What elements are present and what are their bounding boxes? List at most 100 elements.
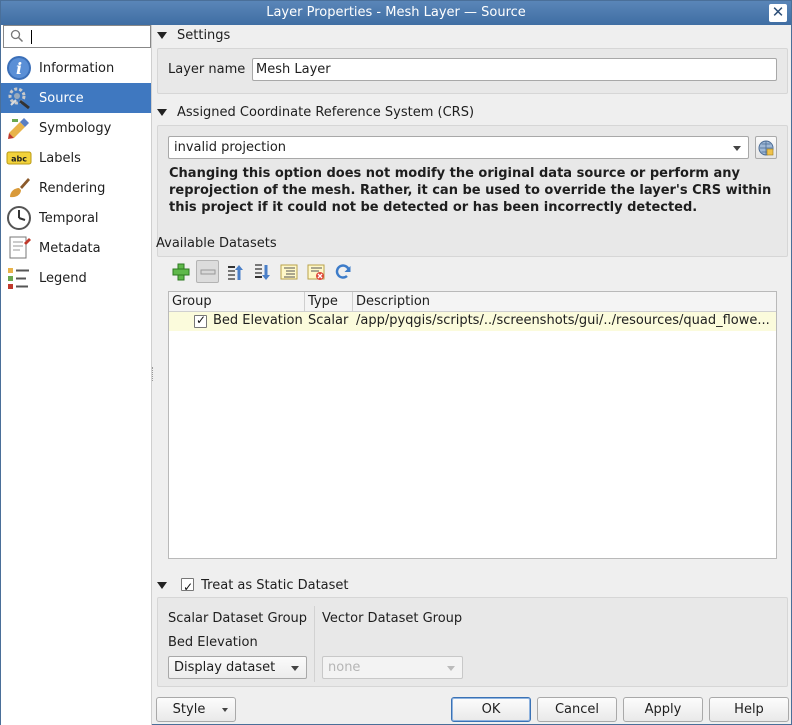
move-up-button[interactable] <box>223 260 246 283</box>
dataset-group-name: Bed Elevation <box>213 313 303 328</box>
dataset-description: /app/pyqgis/scripts/../screenshots/gui/.… <box>356 313 770 328</box>
window-title: Layer Properties - Mesh Layer — Source <box>266 5 526 20</box>
static-dataset-section-header[interactable]: Treat as Static Dataset <box>157 575 349 598</box>
collapse-arrow-icon <box>157 32 167 39</box>
sidebar-item-label: Temporal <box>39 210 99 226</box>
symbology-icon <box>6 115 32 141</box>
move-up-icon <box>227 264 243 280</box>
sidebar-item-rendering[interactable]: Rendering <box>1 173 151 203</box>
static-dataset-heading: Treat as Static Dataset <box>201 578 349 593</box>
chevron-down-icon <box>733 146 741 151</box>
column-divider <box>304 292 305 312</box>
table-row[interactable]: Bed Elevation Scalar /app/pyqgis/scripts… <box>169 312 776 331</box>
layer-name-field[interactable]: Mesh Layer <box>252 58 777 81</box>
metadata-icon <box>6 235 32 261</box>
warning-line: this project if it could not be detected… <box>169 200 698 215</box>
dataset-type: Scalar <box>308 313 349 328</box>
cancel-button[interactable]: Cancel <box>537 697 617 722</box>
move-down-button[interactable] <box>250 260 273 283</box>
rendering-icon <box>6 175 32 201</box>
collapse-all-button[interactable] <box>304 260 327 283</box>
collapse-arrow-icon <box>157 109 167 116</box>
sidebar-item-information[interactable]: i Information <box>1 53 151 83</box>
sidebar-item-label: Symbology <box>39 120 112 136</box>
tree-header: Group Type Description <box>169 292 776 312</box>
vector-dataset-selector[interactable]: none <box>322 656 463 679</box>
sidebar-item-label: Information <box>39 60 115 76</box>
apply-button[interactable]: Apply <box>623 697 703 722</box>
available-datasets-heading: Available Datasets <box>156 236 277 251</box>
warning-line: reprojection of the mesh. Rather, it can… <box>169 183 772 198</box>
crs-warning-text: Changing this option does not modify the… <box>169 165 771 216</box>
crs-selected-value: invalid projection <box>174 140 287 155</box>
svg-text:i: i <box>16 59 22 78</box>
sidebar-item-label: Rendering <box>39 180 106 196</box>
collapse-all-icon <box>307 264 324 280</box>
layer-properties-dialog: Layer Properties - Mesh Layer — Source ✕… <box>0 0 792 725</box>
search-icon <box>10 29 24 43</box>
remove-dataset-button[interactable] <box>196 260 219 283</box>
sidebar-item-label: Source <box>39 90 84 106</box>
text-caret <box>31 30 32 44</box>
sidebar-item-temporal[interactable]: Temporal <box>1 203 151 233</box>
search-input[interactable] <box>3 25 151 48</box>
expand-all-icon <box>280 264 297 279</box>
close-button[interactable]: ✕ <box>769 4 787 22</box>
labels-icon: abc <box>6 145 32 171</box>
sidebar-item-labels[interactable]: abc Labels <box>1 143 151 173</box>
help-button[interactable]: Help <box>709 697 789 722</box>
crs-selector[interactable]: invalid projection <box>168 136 749 159</box>
warning-line: Changing this option does not modify the… <box>169 166 740 181</box>
sidebar-item-metadata[interactable]: Metadata <box>1 233 151 263</box>
temporal-icon <box>6 205 32 231</box>
sidebar-item-label: Labels <box>39 150 81 166</box>
move-down-icon <box>254 263 270 280</box>
static-dataset-group: Scalar Dataset Group Vector Dataset Grou… <box>157 597 788 687</box>
scalar-dataset-group-label: Scalar Dataset Group <box>168 611 308 626</box>
globe-icon <box>758 140 774 155</box>
style-button[interactable]: Style <box>156 697 236 722</box>
dataset-checkbox[interactable] <box>194 313 207 328</box>
source-icon <box>6 85 32 111</box>
chevron-down-icon <box>222 708 228 712</box>
vector-dataset-value: none <box>328 660 361 675</box>
datasets-tree[interactable]: Group Type Description Bed Elevation Sca… <box>168 291 777 559</box>
remove-dataset-icon <box>200 269 215 274</box>
ok-button[interactable]: OK <box>451 697 531 722</box>
scalar-group-name: Bed Elevation <box>168 635 258 650</box>
sidebar-item-label: Legend <box>39 270 87 286</box>
legend-icon <box>6 265 32 291</box>
static-dataset-checkbox[interactable] <box>181 576 195 598</box>
style-button-label: Style <box>172 702 206 717</box>
select-crs-button[interactable] <box>755 136 777 159</box>
reload-icon <box>335 263 350 279</box>
settings-heading: Settings <box>177 28 231 43</box>
settings-group: Layer name Mesh Layer <box>157 48 788 94</box>
add-dataset-button[interactable] <box>169 260 192 283</box>
crs-heading: Assigned Coordinate Reference System (CR… <box>177 105 475 120</box>
column-header-type[interactable]: Type <box>308 294 338 309</box>
sidebar-nav: i Information Source Symbology abc Label… <box>1 53 151 293</box>
layer-name-label: Layer name <box>168 62 246 77</box>
scalar-dataset-value: Display dataset <box>174 660 276 675</box>
sidebar-item-symbology[interactable]: Symbology <box>1 113 151 143</box>
add-dataset-icon <box>172 263 189 280</box>
expand-all-button[interactable] <box>277 260 300 283</box>
crs-section-header[interactable]: Assigned Coordinate Reference System (CR… <box>157 102 474 124</box>
collapse-arrow-icon <box>157 582 167 589</box>
settings-section-header[interactable]: Settings <box>157 25 230 47</box>
reload-button[interactable] <box>331 260 354 283</box>
svg-text:abc: abc <box>11 155 27 164</box>
scalar-dataset-selector[interactable]: Display dataset <box>168 656 307 679</box>
chevron-down-icon <box>447 666 455 671</box>
information-icon: i <box>6 55 32 81</box>
datasets-toolbar <box>169 260 354 283</box>
title-bar[interactable]: Layer Properties - Mesh Layer — Source ✕ <box>1 1 791 25</box>
column-header-group[interactable]: Group <box>172 294 212 309</box>
group-divider <box>314 606 315 682</box>
sidebar: i Information Source Symbology abc Label… <box>1 25 152 725</box>
sidebar-item-source[interactable]: Source <box>1 83 151 113</box>
sidebar-item-legend[interactable]: Legend <box>1 263 151 293</box>
column-header-description[interactable]: Description <box>356 294 430 309</box>
column-divider <box>352 292 353 312</box>
